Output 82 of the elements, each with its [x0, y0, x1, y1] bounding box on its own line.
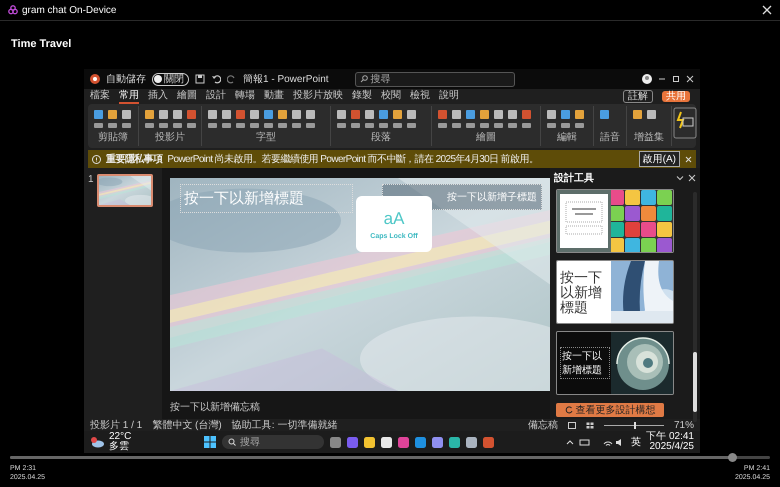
- normal-view-icon[interactable]: [568, 422, 576, 428]
- app-icon[interactable]: [448, 436, 460, 448]
- language-status[interactable]: 繁體中文 (台灣): [152, 418, 222, 432]
- caps-lock-glyph: aA: [384, 208, 404, 228]
- ribbon-tab[interactable]: 插入: [148, 90, 168, 104]
- group-label: 字型: [256, 132, 276, 143]
- app-icon[interactable]: [432, 436, 443, 448]
- notice-title: 重要隱私事項: [106, 152, 162, 166]
- weather-icon[interactable]: [90, 436, 104, 448]
- search-field[interactable]: 搜尋: [354, 72, 515, 86]
- design-idea-card[interactable]: 按一下以新增標題: [556, 331, 674, 395]
- activate-button[interactable]: 啟用(A): [638, 151, 680, 167]
- group-label: 繪圖: [476, 132, 496, 143]
- ribbon-tab[interactable]: 繪圖: [177, 90, 197, 104]
- title-text: 按一下以新增標題: [560, 347, 610, 379]
- app-icon[interactable]: [466, 436, 477, 448]
- refresh-icon: [564, 406, 573, 414]
- notes-placeholder[interactable]: 按一下以新增備忘稿: [170, 400, 550, 414]
- save-icon[interactable]: [195, 74, 205, 84]
- autosave-toggle[interactable]: 關閉: [152, 72, 189, 86]
- scrollbar-icon[interactable]: [693, 192, 697, 422]
- group-label: 增益集: [634, 132, 664, 143]
- ribbon-tab[interactable]: 動畫: [264, 90, 284, 104]
- zoom-slider-thumb[interactable]: [634, 422, 636, 428]
- sorter-view-icon[interactable]: [586, 422, 594, 428]
- slide-counter: 投影片 1 / 1: [90, 418, 142, 432]
- ribbon-tab[interactable]: 檔案: [90, 90, 110, 104]
- page-heading: Time Travel: [10, 37, 72, 52]
- undo-icon[interactable]: [211, 74, 221, 84]
- logo-icon: [8, 5, 18, 15]
- close-icon[interactable]: [688, 174, 696, 182]
- panel-title: 設計工具: [554, 172, 594, 185]
- comments-button[interactable]: 註解: [623, 90, 653, 103]
- redo-icon[interactable]: [227, 74, 237, 84]
- avatar-icon[interactable]: [642, 74, 652, 84]
- info-icon: [92, 154, 101, 164]
- ribbon-tab[interactable]: 轉場: [235, 90, 255, 104]
- slide-layout-drawing: [560, 194, 608, 248]
- accessibility-status[interactable]: 協助工具: 一切準備就緒: [232, 418, 338, 432]
- ribbon-tab[interactable]: 錄製: [352, 90, 372, 104]
- app-icon[interactable]: [380, 436, 392, 448]
- ribbon-tab[interactable]: 說明: [439, 90, 459, 104]
- autosave-label: 自動儲存: [106, 72, 146, 86]
- more-ideas-button[interactable]: 查看更多設計構想: [556, 403, 664, 417]
- close-icon[interactable]: [762, 5, 772, 15]
- zoom-level[interactable]: 71%: [674, 420, 694, 430]
- design-idea-card[interactable]: [556, 189, 674, 253]
- group-label: 語音: [600, 132, 620, 143]
- input-method[interactable]: 英: [631, 435, 642, 449]
- slide-thumbnail[interactable]: [96, 174, 153, 207]
- ribbon-tab[interactable]: 檢視: [410, 90, 430, 104]
- group-label: 段落: [371, 132, 391, 143]
- ribbon-tab[interactable]: 投影片放映: [293, 90, 343, 104]
- close-icon[interactable]: [685, 156, 692, 162]
- ribbon-tab[interactable]: 校閱: [381, 90, 401, 104]
- maximize-icon[interactable]: [672, 75, 680, 83]
- clock-time: 下午 02:41: [646, 432, 694, 442]
- ribbon-tab[interactable]: 設計: [206, 90, 226, 104]
- taskbar-search-field[interactable]: 搜尋: [222, 435, 324, 449]
- weather-text: 多雲: [109, 442, 130, 452]
- app-icon[interactable]: [364, 436, 375, 448]
- chevron-down-icon[interactable]: [676, 174, 684, 182]
- close-icon[interactable]: [686, 75, 694, 83]
- notes-button[interactable]: 備忘稿: [528, 418, 558, 432]
- group-label: 投影片: [155, 132, 185, 143]
- powerpoint-logo-icon: [90, 74, 100, 84]
- start-icon[interactable]: [204, 436, 216, 448]
- search-icon: [360, 75, 368, 83]
- design-idea-card[interactable]: 按一下以新增標題: [556, 260, 674, 324]
- group-label: 剪貼簿: [98, 132, 128, 143]
- window-title: gram chat On-Device: [22, 4, 116, 16]
- group-label: 編輯: [557, 132, 577, 143]
- timeline-handle[interactable]: [728, 453, 737, 462]
- title-text: 按一下以新增標題: [560, 270, 604, 314]
- search-icon: [228, 438, 236, 446]
- timeline-track[interactable]: [10, 456, 770, 459]
- temperature: 22°C: [109, 432, 132, 442]
- slide-number: 1: [88, 174, 94, 187]
- clock-date: 2025/4/25: [650, 442, 694, 452]
- designer-icon[interactable]: [672, 106, 698, 140]
- notice-text: PowerPoint 尚未啟用。若要繼續使用 PowerPoint 而不中斷，請在 2025年4月30日 前啟用。: [167, 152, 540, 166]
- document-title: 簡報1 - PowerPoint: [243, 72, 329, 86]
